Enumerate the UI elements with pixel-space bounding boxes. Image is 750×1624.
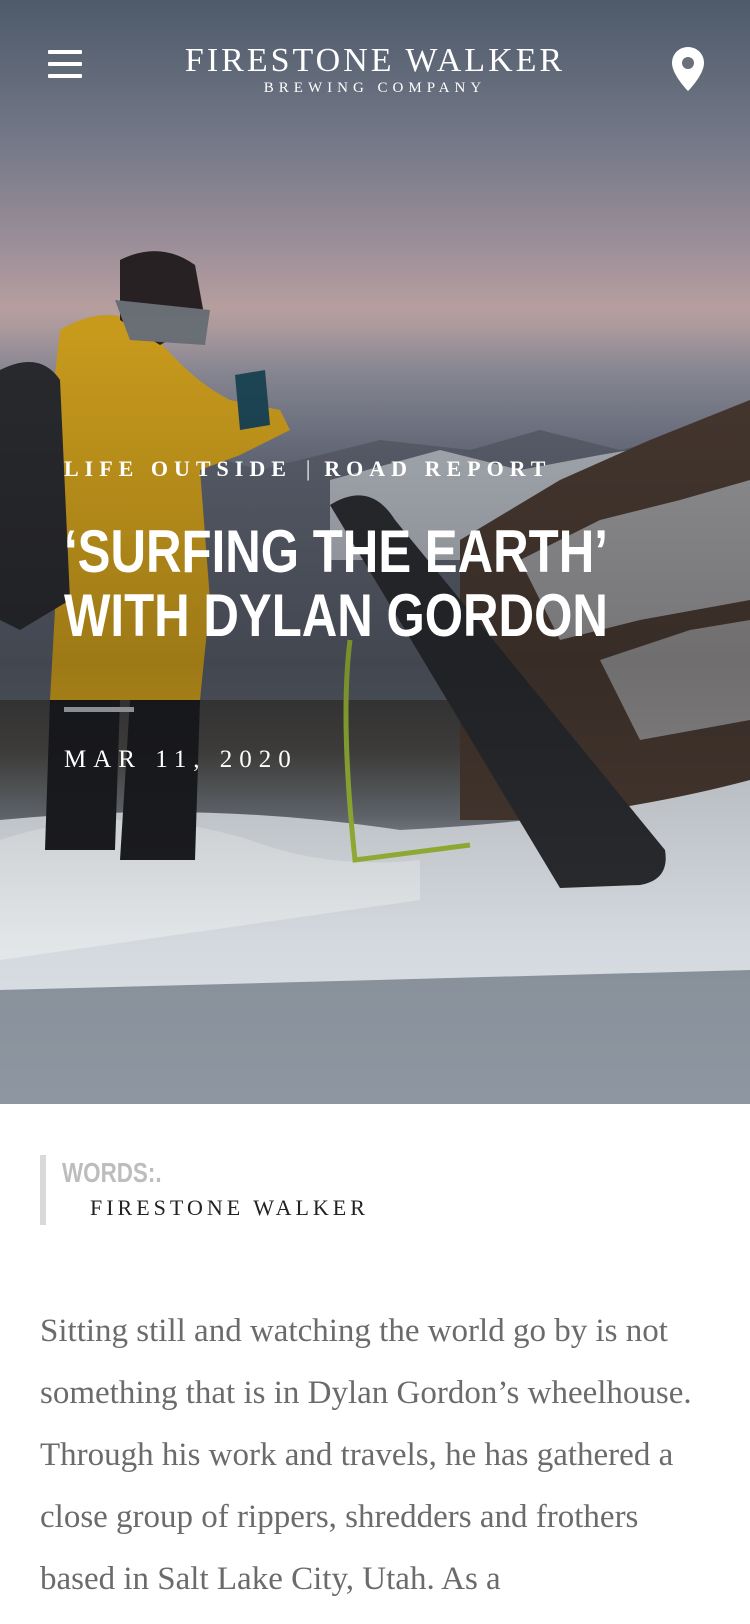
brand-logo[interactable]: FIRESTONE WALKER BREWING COMPANY [175, 44, 575, 97]
article-categories: LIFE OUTSIDE | ROAD REPORT [64, 456, 551, 482]
byline: WORDS:. FIRESTONE WALKER [40, 1155, 369, 1225]
article-body-paragraph: Sitting still and watching the world go … [40, 1313, 692, 1597]
article-date: MAR 11, 2020 [64, 746, 298, 773]
article-page: FIRESTONE WALKER BREWING COMPANY LIFE OU… [0, 0, 750, 1624]
byline-author[interactable]: FIRESTONE WALKER [90, 1195, 369, 1221]
map-pin-icon[interactable] [672, 47, 704, 91]
category-life-outside[interactable]: LIFE OUTSIDE [64, 456, 292, 481]
category-road-report[interactable]: ROAD REPORT [324, 456, 551, 481]
logo-wordmark: FIRESTONE WALKER [184, 42, 566, 79]
logo-subtitle: BREWING COMPANY [263, 80, 487, 96]
byline-label: WORDS:. [62, 1157, 162, 1188]
title-divider [64, 707, 134, 712]
hamburger-menu-icon[interactable] [48, 50, 84, 82]
category-separator: | [305, 456, 311, 481]
hero-image: FIRESTONE WALKER BREWING COMPANY LIFE OU… [0, 0, 750, 1104]
article-title: ‘SURFING THE EARTH’ WITH DYLAN GORDON [64, 518, 608, 649]
